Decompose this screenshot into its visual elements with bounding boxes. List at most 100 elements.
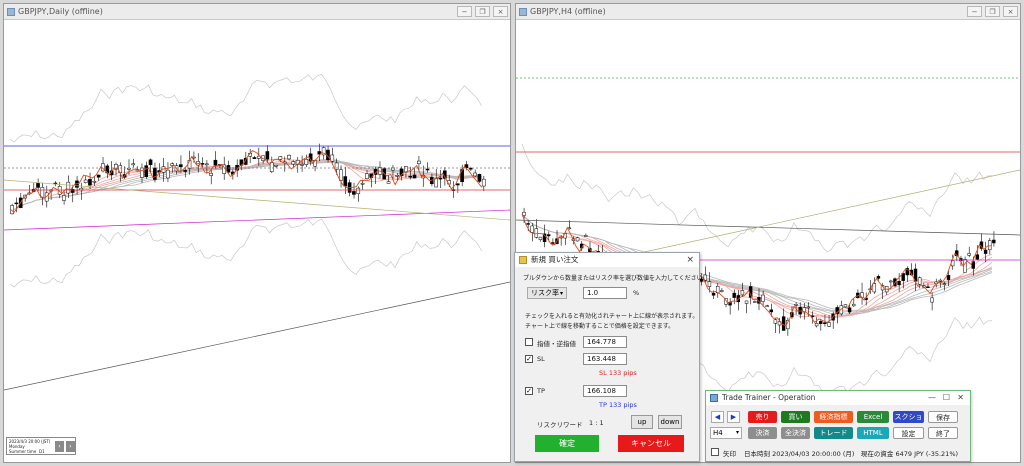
risk-unit-label: %: [633, 289, 640, 297]
candle-body: [460, 169, 464, 183]
candle-body: [761, 294, 765, 302]
confirm-button[interactable]: 確定: [535, 435, 599, 452]
candle-body: [153, 167, 157, 180]
candle-body: [434, 178, 438, 188]
next-icon[interactable]: ›: [66, 441, 75, 452]
candle-body: [287, 154, 291, 160]
daily-candlestick-chart[interactable]: [4, 20, 510, 462]
candle-body: [827, 322, 831, 327]
candle-body: [481, 178, 486, 187]
close-button[interactable]: ×: [1003, 6, 1018, 17]
candle-body: [386, 181, 391, 184]
down-button[interactable]: down: [658, 415, 682, 429]
trainer-button[interactable]: トレード: [814, 427, 853, 439]
trend-average-line: [4, 179, 510, 221]
next-bar-button[interactable]: ▶: [727, 411, 740, 423]
candle-body: [131, 163, 136, 166]
risk-type-select[interactable]: リスク率 ▾: [527, 287, 567, 299]
trainer-button[interactable]: 売り: [748, 411, 777, 423]
daily-chart-titlebar[interactable]: GBPJPY,Daily (offline) − ❐ ×: [4, 4, 510, 20]
prev-bar-button[interactable]: ◀: [711, 411, 724, 423]
new-buy-order-dialog[interactable]: 新規 買い注文 × プルダウンから数量またはリスク率を選び数値を入力してください…: [514, 252, 709, 462]
cancel-button[interactable]: キャンセル: [618, 435, 684, 452]
candle-body: [339, 169, 343, 181]
line-note-2: チャート上で線を移動することで価格を設定できます。: [525, 323, 675, 330]
timeframe-tag: D1: [39, 449, 45, 454]
daily-chart-window[interactable]: GBPJPY,Daily (offline) − ❐ ×: [3, 3, 511, 463]
trainer-button[interactable]: スクショ: [893, 411, 924, 423]
candle-body: [477, 174, 482, 182]
close-icon[interactable]: ×: [686, 253, 694, 267]
close-icon[interactable]: ✕: [957, 391, 964, 405]
trainer-button[interactable]: 保存: [928, 411, 958, 423]
candle-body: [534, 228, 539, 238]
daily-chart-title: GBPJPY,Daily (offline): [18, 7, 103, 16]
candle-body: [213, 159, 218, 166]
candle-body: [740, 290, 745, 296]
candle-body: [876, 276, 881, 279]
tp-price-input[interactable]: 166.108: [583, 385, 627, 397]
dialog-app-icon: [519, 256, 527, 264]
sl-checkbox[interactable]: ✓: [525, 355, 533, 363]
arrow-checkbox[interactable]: [711, 448, 719, 456]
sl-price-input[interactable]: 163.448: [583, 353, 627, 365]
trainer-button[interactable]: HTML: [857, 427, 889, 439]
up-button[interactable]: up: [631, 415, 653, 429]
risk-reward-label: リスクリワード: [537, 421, 583, 429]
risk-value-input[interactable]: 1.0: [583, 287, 627, 299]
trainer-button[interactable]: 経済指標: [814, 411, 853, 423]
candle-body: [140, 167, 144, 178]
restore-button[interactable]: ❐: [475, 6, 490, 17]
tp-checkbox[interactable]: ✓: [525, 387, 533, 395]
candle-body: [360, 182, 365, 185]
candle-body: [209, 172, 213, 176]
candle-body: [530, 225, 534, 233]
candle-body: [183, 170, 187, 172]
trainer-button[interactable]: 終了: [928, 427, 958, 439]
restore-button[interactable]: ❐: [985, 6, 1000, 17]
candle-body: [942, 283, 947, 285]
trade-trainer-window[interactable]: Trade Trainer - Operation — ☐ ✕ ◀ ▶ H4 ▾…: [705, 390, 971, 462]
minimize-button[interactable]: −: [457, 6, 472, 17]
candle-body: [538, 236, 543, 241]
order-dialog-titlebar[interactable]: 新規 買い注文 ×: [515, 253, 699, 267]
trainer-button[interactable]: 決済: [748, 427, 777, 439]
trainer-button[interactable]: 買い: [781, 411, 810, 423]
minimize-icon[interactable]: —: [928, 391, 936, 405]
candle-body: [291, 161, 296, 165]
chevron-down-icon: ▾: [735, 429, 739, 436]
maximize-icon[interactable]: ☐: [943, 391, 950, 405]
candle-body: [711, 292, 716, 296]
candle-body: [575, 237, 580, 242]
bollinger-upper-line: [9, 73, 483, 143]
line-note-1: チェックを入れると有効化されチャート上に線が表示されます。: [525, 313, 699, 320]
moving-average-line: [9, 158, 482, 210]
h4-chart-titlebar[interactable]: GBPJPY,H4 (offline) − ❐ ×: [516, 4, 1020, 20]
chevron-down-icon: ▾: [559, 290, 563, 297]
candle-body: [992, 239, 996, 244]
stop-order-price-input[interactable]: 164.778: [583, 336, 627, 348]
trainer-button[interactable]: 設定: [893, 427, 924, 439]
close-button[interactable]: ×: [493, 6, 508, 17]
prev-icon[interactable]: ‹: [55, 441, 64, 452]
trainer-button[interactable]: 全決済: [781, 427, 810, 439]
trainer-button[interactable]: Excel: [857, 411, 889, 423]
candle-body: [930, 297, 934, 303]
trainer-status: 日本時刻 2023/04/03 20:00:00 (月) 現在の資金 6479 …: [744, 450, 959, 458]
chart-window-icon: [519, 8, 527, 16]
trainer-titlebar[interactable]: Trade Trainer - Operation — ☐ ✕: [706, 391, 970, 405]
candle-body: [897, 280, 901, 286]
candle-body: [551, 242, 555, 244]
candle-body: [847, 307, 852, 313]
candle-body: [584, 235, 588, 237]
candle-body: [946, 275, 951, 280]
minimize-button[interactable]: −: [967, 6, 982, 17]
candle-body: [144, 165, 149, 177]
time-info-box: 2023/4/3 20:00 (JST) Monday Summer time …: [6, 437, 76, 455]
candle-body: [753, 301, 757, 303]
tp-label: TP: [537, 387, 545, 395]
candle-body: [938, 279, 942, 282]
risk-reward-value: 1 : 1: [589, 419, 604, 427]
stop-order-checkbox[interactable]: [525, 338, 533, 346]
timeframe-select[interactable]: H4 ▾: [710, 427, 742, 439]
